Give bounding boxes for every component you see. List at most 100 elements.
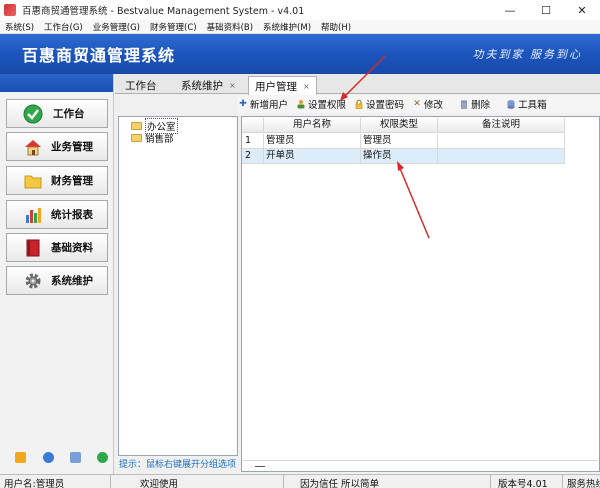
tab-maintenance[interactable]: 系统维护 × xyxy=(181,76,236,94)
trash-icon xyxy=(459,99,469,109)
nav-business-button[interactable]: 业务管理 xyxy=(6,132,108,161)
menu-maintenance[interactable]: 系统维护(M) xyxy=(263,21,311,33)
plus-icon: ✚ xyxy=(239,99,247,109)
nav-finance-button[interactable]: 财务管理 xyxy=(6,166,108,195)
nav-label: 财务管理 xyxy=(51,175,93,187)
nav-workbench-button[interactable]: 工作台 xyxy=(6,99,108,128)
calculator-icon[interactable] xyxy=(15,452,26,463)
tab-close-icon[interactable]: × xyxy=(303,82,310,91)
menu-help[interactable]: 帮助(H) xyxy=(321,21,351,33)
nav-bottom-icons xyxy=(0,452,114,466)
cell-remarks xyxy=(438,134,565,148)
check-icon xyxy=(23,104,43,124)
cell-remarks xyxy=(438,149,565,163)
tab-close-icon[interactable]: × xyxy=(229,81,236,90)
tab-label: 工作台 xyxy=(125,79,157,92)
grid-header: 用户名称 权限类型 备注说明 xyxy=(242,118,565,133)
footer-dash xyxy=(255,466,265,467)
edit-button[interactable]: ✕ 修改 xyxy=(412,97,443,111)
status-separator xyxy=(283,475,284,488)
lock-icon xyxy=(354,99,364,109)
book-icon xyxy=(23,238,43,258)
tab-bar: 工作台 系统维护 × 用户管理 × xyxy=(115,74,600,95)
cell-user-name: 管理员 xyxy=(264,134,361,148)
set-permission-button[interactable]: 设置权限 xyxy=(296,97,346,111)
table-row[interactable]: 2 开单员 操作员 xyxy=(242,149,565,164)
delete-button[interactable]: 删除 xyxy=(459,97,490,111)
tab-label: 用户管理 xyxy=(255,80,297,93)
button-label: 删除 xyxy=(471,100,491,111)
tree-hint: 提示：鼠标右键展开分组选项 xyxy=(119,460,237,470)
maximize-button[interactable]: ☐ xyxy=(528,0,564,20)
bar-chart-icon xyxy=(23,205,43,225)
status-service: 服务热线 xyxy=(567,479,600,488)
add-user-button[interactable]: ✚ 新增用户 xyxy=(238,97,288,111)
cell-permission-type: 操作员 xyxy=(361,149,438,163)
minimize-button[interactable]: — xyxy=(492,0,528,20)
header-permission-type[interactable]: 权限类型 xyxy=(361,118,438,132)
nav-label: 工作台 xyxy=(53,108,85,120)
tree-label: 销售部 xyxy=(145,134,174,145)
grid-footer xyxy=(243,460,598,471)
nav-maintenance-button[interactable]: 系统维护 xyxy=(6,266,108,295)
folder-icon xyxy=(23,171,43,191)
tab-label: 系统维护 xyxy=(181,79,223,92)
permission-icon xyxy=(296,99,306,109)
close-button[interactable]: ✕ xyxy=(564,0,600,20)
set-password-button[interactable]: 设置密码 xyxy=(354,97,404,111)
nav-label: 统计报表 xyxy=(51,209,93,221)
clock-icon[interactable] xyxy=(43,452,54,463)
menu-finance[interactable]: 财务管理(C) xyxy=(150,21,197,33)
tab-workbench[interactable]: 工作台 xyxy=(125,76,157,94)
button-label: 新增用户 xyxy=(250,100,289,111)
nav-label: 基础资料 xyxy=(51,242,93,254)
monitor-icon[interactable] xyxy=(70,452,81,463)
status-welcome: 欢迎使用 xyxy=(140,479,179,488)
menu-workbench[interactable]: 工作台(G) xyxy=(44,21,83,33)
cell-permission-type: 管理员 xyxy=(361,134,438,148)
row-number: 1 xyxy=(242,134,264,148)
nav-reports-button[interactable]: 统计报表 xyxy=(6,200,108,229)
window-title: 百惠商贸通管理系统 - Bestvalue Management System … xyxy=(22,6,305,17)
tab-user-management[interactable]: 用户管理 × xyxy=(248,76,317,95)
status-separator xyxy=(562,475,563,488)
title-bar: 百惠商贸通管理系统 - Bestvalue Management System … xyxy=(0,0,600,20)
status-bar: 用户名:管理员 欢迎使用 因为信任 所以简单 版本号4.01 服务热线 xyxy=(0,474,600,488)
menu-basic-data[interactable]: 基础资料(B) xyxy=(207,21,253,33)
left-nav: 工作台 业务管理 财务管理 统计报表 基础资料 系统维护 xyxy=(0,74,114,474)
header-remarks[interactable]: 备注说明 xyxy=(438,118,565,132)
folder-icon xyxy=(131,122,142,130)
table-row[interactable]: 1 管理员 管理员 xyxy=(242,134,565,149)
window-controls: — ☐ ✕ xyxy=(492,0,600,20)
header-user-name[interactable]: 用户名称 xyxy=(264,118,361,132)
tree-item-sales[interactable]: 销售部 xyxy=(131,132,174,145)
button-label: 设置权限 xyxy=(308,100,347,111)
menu-bar: 系统(S) 工作台(G) 业务管理(G) 财务管理(C) 基础资料(B) 系统维… xyxy=(0,20,600,34)
department-tree: 办公室 销售部 xyxy=(118,116,238,456)
status-separator xyxy=(490,475,491,488)
nav-header xyxy=(0,74,113,92)
status-user: 用户名:管理员 xyxy=(4,479,65,488)
status-separator xyxy=(110,475,111,488)
nav-label: 系统维护 xyxy=(51,275,93,287)
menu-business[interactable]: 业务管理(G) xyxy=(93,21,140,33)
nav-basic-data-button[interactable]: 基础资料 xyxy=(6,233,108,262)
house-icon xyxy=(23,137,43,157)
tools-icon: ✕ xyxy=(413,99,421,109)
header-rownum xyxy=(242,118,264,132)
gear-icon xyxy=(23,271,43,291)
nav-label: 业务管理 xyxy=(51,141,93,153)
user-toolbar: ✚ 新增用户 设置权限 设置密码 ✕ 修改 删除 工具箱 xyxy=(238,95,600,113)
button-label: 修改 xyxy=(424,100,444,111)
banner-title: 百惠商贸通管理系统 xyxy=(22,46,176,65)
status-motto: 因为信任 所以简单 xyxy=(300,479,380,488)
app-icon xyxy=(4,4,16,16)
app-banner: 百惠商贸通管理系统 功夫到家 服务到心 xyxy=(0,34,600,74)
folder-icon xyxy=(131,134,142,142)
row-number: 2 xyxy=(242,149,264,163)
cell-user-name: 开单员 xyxy=(264,149,361,163)
button-label: 工具箱 xyxy=(518,100,547,111)
help-icon[interactable] xyxy=(97,452,108,463)
menu-system[interactable]: 系统(S) xyxy=(5,21,34,33)
toolbox-button[interactable]: 工具箱 xyxy=(506,97,547,111)
